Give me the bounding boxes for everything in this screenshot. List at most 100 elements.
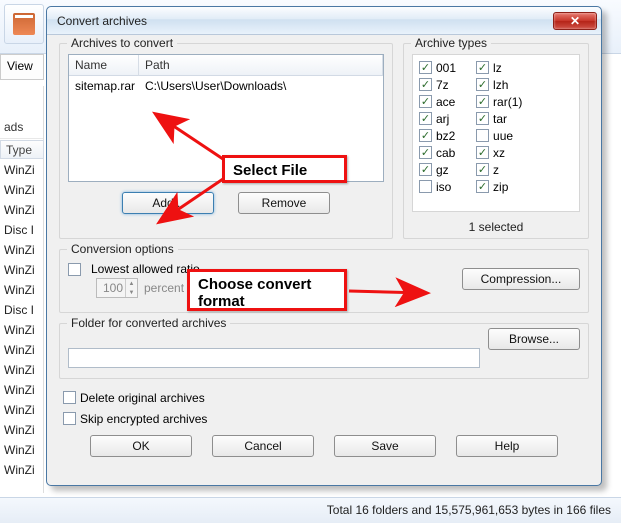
type-option-arj[interactable]: arj — [419, 110, 456, 127]
group-label: Conversion options — [67, 242, 178, 256]
folder-input[interactable] — [68, 348, 480, 368]
type-label: z — [493, 163, 499, 177]
column-header-name[interactable]: Name — [69, 55, 139, 76]
status-bar: Total 16 folders and 15,575,961,653 byte… — [0, 497, 621, 523]
bg-list-item[interactable]: WinZi — [0, 280, 44, 300]
bg-list-item[interactable]: WinZi — [0, 160, 44, 180]
type-option-zip[interactable]: zip — [476, 178, 522, 195]
type-option-001[interactable]: 001 — [419, 59, 456, 76]
type-label: gz — [436, 163, 449, 177]
ok-button[interactable]: OK — [90, 435, 192, 457]
type-option-lzh[interactable]: lzh — [476, 76, 522, 93]
bg-list-item[interactable]: WinZi — [0, 460, 44, 480]
checkbox[interactable] — [476, 163, 489, 176]
chevron-down-icon[interactable]: ▼ — [126, 288, 137, 297]
group-label: Folder for converted archives — [67, 316, 230, 330]
type-label: lz — [493, 61, 502, 75]
cell-path: C:\Users\User\Downloads\ — [139, 79, 292, 93]
type-option-iso[interactable]: iso — [419, 178, 456, 195]
bg-list-item[interactable]: WinZi — [0, 340, 44, 360]
type-option-xz[interactable]: xz — [476, 144, 522, 161]
checkbox[interactable] — [419, 146, 432, 159]
checkbox[interactable] — [476, 129, 489, 142]
bg-list-item[interactable]: WinZi — [0, 420, 44, 440]
delete-original-checkbox[interactable] — [63, 391, 76, 404]
compression-button[interactable]: Compression... — [462, 268, 580, 290]
group-label: Archives to convert — [67, 36, 177, 50]
type-option-7z[interactable]: 7z — [419, 76, 456, 93]
type-label: uue — [493, 129, 513, 143]
titlebar[interactable]: Convert archives ✕ — [47, 7, 601, 35]
bg-icon-help[interactable] — [4, 4, 44, 44]
checkbox[interactable] — [419, 180, 432, 193]
group-label: Archive types — [411, 36, 491, 50]
bg-list-item[interactable]: WinZi — [0, 180, 44, 200]
type-label: rar(1) — [493, 95, 522, 109]
list-item[interactable]: sitemap.rar C:\Users\User\Downloads\ — [69, 78, 383, 94]
checkbox[interactable] — [476, 146, 489, 159]
archives-listview[interactable]: Name Path sitemap.rar C:\Users\User\Down… — [68, 54, 384, 182]
type-option-tar[interactable]: tar — [476, 110, 522, 127]
checkbox[interactable] — [476, 61, 489, 74]
bg-list-item[interactable]: Disc I — [0, 300, 44, 320]
type-option-lz[interactable]: lz — [476, 59, 522, 76]
percent-label: percent — [144, 281, 184, 295]
archive-types-group: Archive types 0017zacearjbz2cabgziso lzl… — [403, 43, 589, 239]
bg-list-item[interactable]: WinZi — [0, 240, 44, 260]
type-option-ace[interactable]: ace — [419, 93, 456, 110]
bg-list-item[interactable]: WinZi — [0, 400, 44, 420]
checkbox[interactable] — [419, 163, 432, 176]
checkbox[interactable] — [476, 180, 489, 193]
bg-list-item[interactable]: WinZi — [0, 360, 44, 380]
bg-side-item[interactable]: ads — [0, 116, 43, 139]
delete-original-label: Delete original archives — [80, 391, 205, 405]
bg-file-list: WinZiWinZiWinZiDisc IWinZiWinZiWinZiDisc… — [0, 160, 44, 480]
bg-list-item[interactable]: WinZi — [0, 320, 44, 340]
conversion-options-group: Conversion options Lowest allowed ratio … — [59, 249, 589, 313]
archives-to-convert-group: Archives to convert Name Path sitemap.ra… — [59, 43, 393, 239]
type-option-rar(1)[interactable]: rar(1) — [476, 93, 522, 110]
type-label: cab — [436, 146, 455, 160]
add-button[interactable]: Add... — [122, 192, 214, 214]
ratio-spinner[interactable]: ▲▼ — [96, 278, 138, 298]
tab-view[interactable]: View — [0, 54, 44, 80]
lowest-ratio-checkbox[interactable] — [68, 263, 81, 276]
bg-list-item[interactable]: WinZi — [0, 380, 44, 400]
folder-group: Folder for converted archives Browse... — [59, 323, 589, 379]
close-icon: ✕ — [570, 14, 580, 28]
browse-button[interactable]: Browse... — [488, 328, 580, 350]
save-button[interactable]: Save — [334, 435, 436, 457]
type-option-z[interactable]: z — [476, 161, 522, 178]
type-label: 7z — [436, 78, 449, 92]
remove-button[interactable]: Remove — [238, 192, 330, 214]
bg-list-item[interactable]: WinZi — [0, 440, 44, 460]
skip-encrypted-checkbox[interactable] — [63, 412, 76, 425]
type-label: iso — [436, 180, 451, 194]
checkbox[interactable] — [476, 78, 489, 91]
checkbox[interactable] — [419, 78, 432, 91]
type-label: tar — [493, 112, 507, 126]
checkbox[interactable] — [419, 112, 432, 125]
checkbox[interactable] — [476, 112, 489, 125]
type-option-cab[interactable]: cab — [419, 144, 456, 161]
type-option-gz[interactable]: gz — [419, 161, 456, 178]
dialog-title: Convert archives — [57, 14, 553, 28]
type-option-bz2[interactable]: bz2 — [419, 127, 456, 144]
cancel-button[interactable]: Cancel — [212, 435, 314, 457]
column-header-path[interactable]: Path — [139, 55, 383, 76]
bg-list-item[interactable]: WinZi — [0, 200, 44, 220]
close-button[interactable]: ✕ — [553, 12, 597, 30]
type-label: bz2 — [436, 129, 455, 143]
checkbox[interactable] — [476, 95, 489, 108]
chevron-up-icon[interactable]: ▲ — [126, 279, 137, 288]
checkbox[interactable] — [419, 61, 432, 74]
checkbox[interactable] — [419, 129, 432, 142]
type-option-uue[interactable]: uue — [476, 127, 522, 144]
column-header-type[interactable]: Type — [0, 140, 44, 159]
help-button[interactable]: Help — [456, 435, 558, 457]
lowest-ratio-label: Lowest allowed ratio — [91, 262, 200, 276]
checkbox[interactable] — [419, 95, 432, 108]
bg-list-item[interactable]: Disc I — [0, 220, 44, 240]
type-label: xz — [493, 146, 505, 160]
bg-list-item[interactable]: WinZi — [0, 260, 44, 280]
